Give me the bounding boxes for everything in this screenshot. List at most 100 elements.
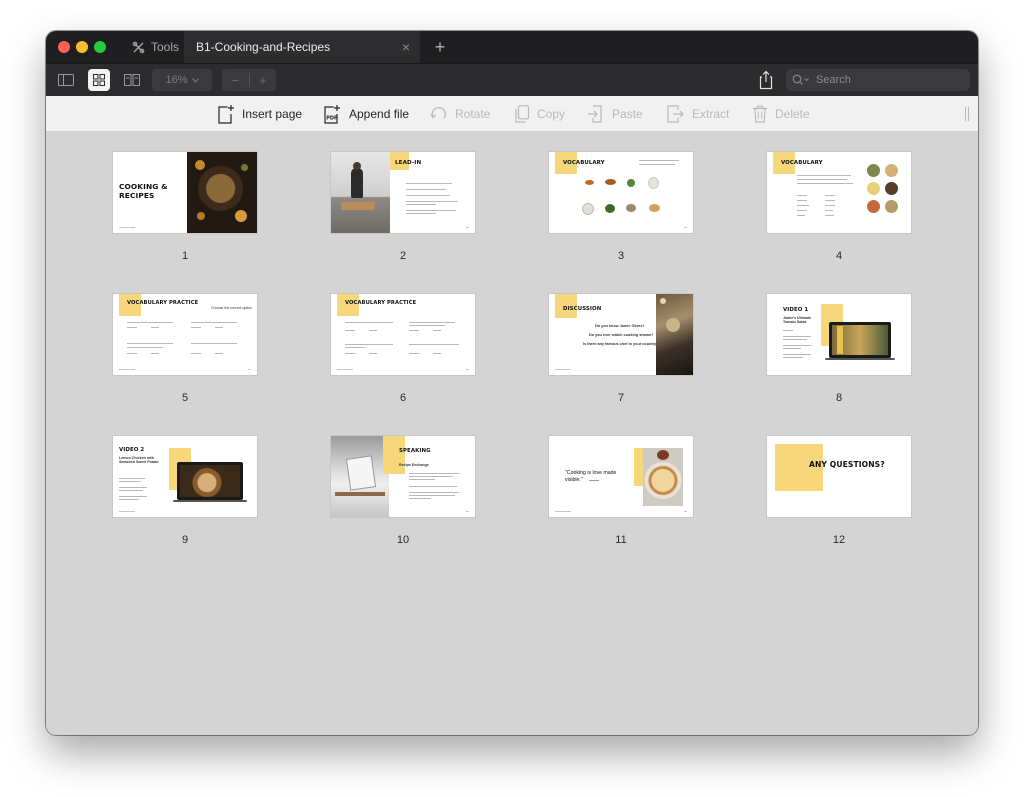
page-thumbnail[interactable]: VOCABULARY PRACTICE Choose the correct o…: [113, 294, 257, 404]
page-number: 7: [617, 392, 625, 404]
slide-subtitle: Choose the correct option: [211, 306, 253, 310]
page-thumbnail[interactable]: DISCUSSION Do you know Jamie Oliver? Do …: [549, 294, 693, 404]
close-tab-icon[interactable]: ×: [402, 39, 410, 55]
page-thumbnail-grid: COOKING & RECIPES 1 LEAD-IN 2 VOCABULARY…: [46, 132, 978, 735]
delete-button[interactable]: Delete: [752, 104, 810, 124]
paste-label: Paste: [612, 107, 643, 121]
pdf-badge: PDF: [326, 116, 337, 122]
insert-page-icon: [218, 105, 234, 124]
page-number: 10: [396, 534, 410, 546]
page-number: 5: [181, 392, 189, 404]
share-button[interactable]: [758, 70, 774, 90]
page-thumbnail[interactable]: VOCABULARY 3: [549, 152, 693, 262]
extract-icon: [667, 105, 684, 123]
search-field[interactable]: Search: [786, 69, 970, 91]
slide-title: ANY QUESTIONS?: [809, 460, 885, 469]
slide-title-line-2: RECIPES: [119, 191, 155, 200]
page-thumbnail[interactable]: LEAD-IN 2: [331, 152, 475, 262]
close-window-button[interactable]: [58, 41, 70, 53]
paste-button[interactable]: Paste: [587, 104, 643, 124]
discussion-question-1: Do you know Jamie Oliver?: [595, 324, 645, 328]
page-12-preview: ANY QUESTIONS?: [767, 436, 911, 517]
page-number: 8: [835, 392, 843, 404]
page-number: 1: [181, 250, 189, 262]
cutting-board-photo: [656, 294, 693, 375]
zoom-stepper: − +: [222, 69, 276, 91]
page-1-preview: COOKING & RECIPES: [113, 152, 257, 233]
trash-icon: [753, 105, 767, 123]
toolbar: 16% − + Search: [46, 63, 978, 96]
discussion-question-2: Do you ever watch cooking shows?: [589, 333, 654, 337]
toolbar-grip-handle[interactable]: [965, 107, 969, 121]
slide-title: VIDEO 1: [783, 307, 809, 313]
grid-view-icon: [93, 74, 105, 86]
append-file-icon: PDF: [324, 105, 340, 124]
title-bar: Tools B1-Cooking-and-Recipes × +: [46, 31, 978, 63]
page-number: 2: [399, 250, 407, 262]
document-tab[interactable]: B1-Cooking-and-Recipes ×: [184, 31, 420, 63]
video-title: Lemon Chicken with Smashed Sweet Potato: [119, 456, 159, 465]
delete-label: Delete: [775, 107, 810, 121]
page-thumbnail[interactable]: VIDEO 2 Lemon Chicken with Smashed Sweet…: [113, 436, 257, 546]
page-thumbnail[interactable]: "Cooking is love made visible." 11: [549, 436, 693, 546]
page-11-preview: "Cooking is love made visible.": [549, 436, 693, 517]
page-thumbnail[interactable]: VOCABULARY 4: [767, 152, 911, 262]
page-actions-bar: Insert page PDF Append file Rotate Copy: [46, 96, 978, 132]
page-number: 3: [617, 250, 625, 262]
pie-photo: [643, 448, 683, 506]
page-number: 11: [615, 534, 627, 546]
page-9-preview: VIDEO 2 Lemon Chicken with Smashed Sweet…: [113, 436, 257, 517]
zoom-out-button[interactable]: −: [222, 73, 249, 88]
page-number: 9: [181, 534, 189, 546]
page-4-preview: VOCABULARY: [767, 152, 911, 233]
sidebar-toggle-button[interactable]: [55, 69, 77, 91]
sidebar-icon: [58, 74, 74, 86]
video-screen: [177, 462, 243, 500]
page-8-preview: VIDEO 1 Jamie's Ultimate Tomato Salad: [767, 294, 911, 375]
page-thumbnail[interactable]: COOKING & RECIPES 1: [113, 152, 257, 262]
app-window: Tools B1-Cooking-and-Recipes × + 16% − +…: [46, 31, 978, 735]
new-tab-button[interactable]: +: [432, 37, 448, 57]
video-screen: [829, 322, 891, 358]
grid-view-button[interactable]: [88, 69, 110, 91]
slide-title: VOCABULARY: [781, 160, 823, 166]
slide-title: LEAD-IN: [395, 160, 422, 166]
tools-tab[interactable]: Tools: [118, 31, 184, 63]
discussion-question-3: Is there any famous chef in your country…: [583, 342, 659, 346]
slide-title-line-1: COOKING &: [119, 182, 168, 191]
two-page-view-button[interactable]: [121, 69, 143, 91]
zoom-window-button[interactable]: [94, 41, 106, 53]
page-thumbnail[interactable]: ANY QUESTIONS? 12: [767, 436, 911, 546]
copy-button[interactable]: Copy: [514, 104, 565, 124]
search-icon: [792, 74, 809, 85]
document-tab-title: B1-Cooking-and-Recipes: [196, 40, 331, 54]
append-file-button[interactable]: PDF Append file: [323, 104, 409, 124]
tools-icon: [132, 41, 145, 53]
extract-label: Extract: [692, 107, 730, 121]
page-2-preview: LEAD-IN: [331, 152, 475, 233]
food-photo: [187, 152, 257, 233]
slide-title: SPEAKING: [399, 448, 431, 454]
insert-page-label: Insert page: [242, 107, 303, 121]
cookbook-photo: [331, 436, 389, 517]
quote-line-1: "Cooking is love made: [565, 470, 617, 476]
rotate-button[interactable]: Rotate: [430, 104, 490, 124]
extract-button[interactable]: Extract: [666, 104, 729, 124]
two-page-icon: [124, 74, 140, 86]
insert-page-button[interactable]: Insert page: [217, 104, 302, 124]
page-number: 6: [399, 392, 407, 404]
page-5-preview: VOCABULARY PRACTICE Choose the correct o…: [113, 294, 257, 375]
page-7-preview: DISCUSSION Do you know Jamie Oliver? Do …: [549, 294, 693, 375]
minimize-window-button[interactable]: [76, 41, 88, 53]
zoom-in-button[interactable]: +: [250, 73, 277, 88]
append-file-label: Append file: [349, 107, 410, 121]
page-thumbnail[interactable]: SPEAKING Recipe Exchange 10: [331, 436, 475, 546]
page-10-preview: SPEAKING Recipe Exchange: [331, 436, 475, 517]
copy-label: Copy: [537, 107, 566, 121]
page-thumbnail[interactable]: VOCABULARY PRACTICE 6: [331, 294, 475, 404]
zoom-select[interactable]: 16%: [152, 69, 212, 91]
zoom-value: 16%: [165, 74, 188, 86]
slide-title: VOCABULARY PRACTICE: [345, 300, 417, 306]
slide-title: VOCABULARY PRACTICE: [127, 300, 199, 306]
page-thumbnail[interactable]: VIDEO 1 Jamie's Ultimate Tomato Salad 8: [767, 294, 911, 404]
